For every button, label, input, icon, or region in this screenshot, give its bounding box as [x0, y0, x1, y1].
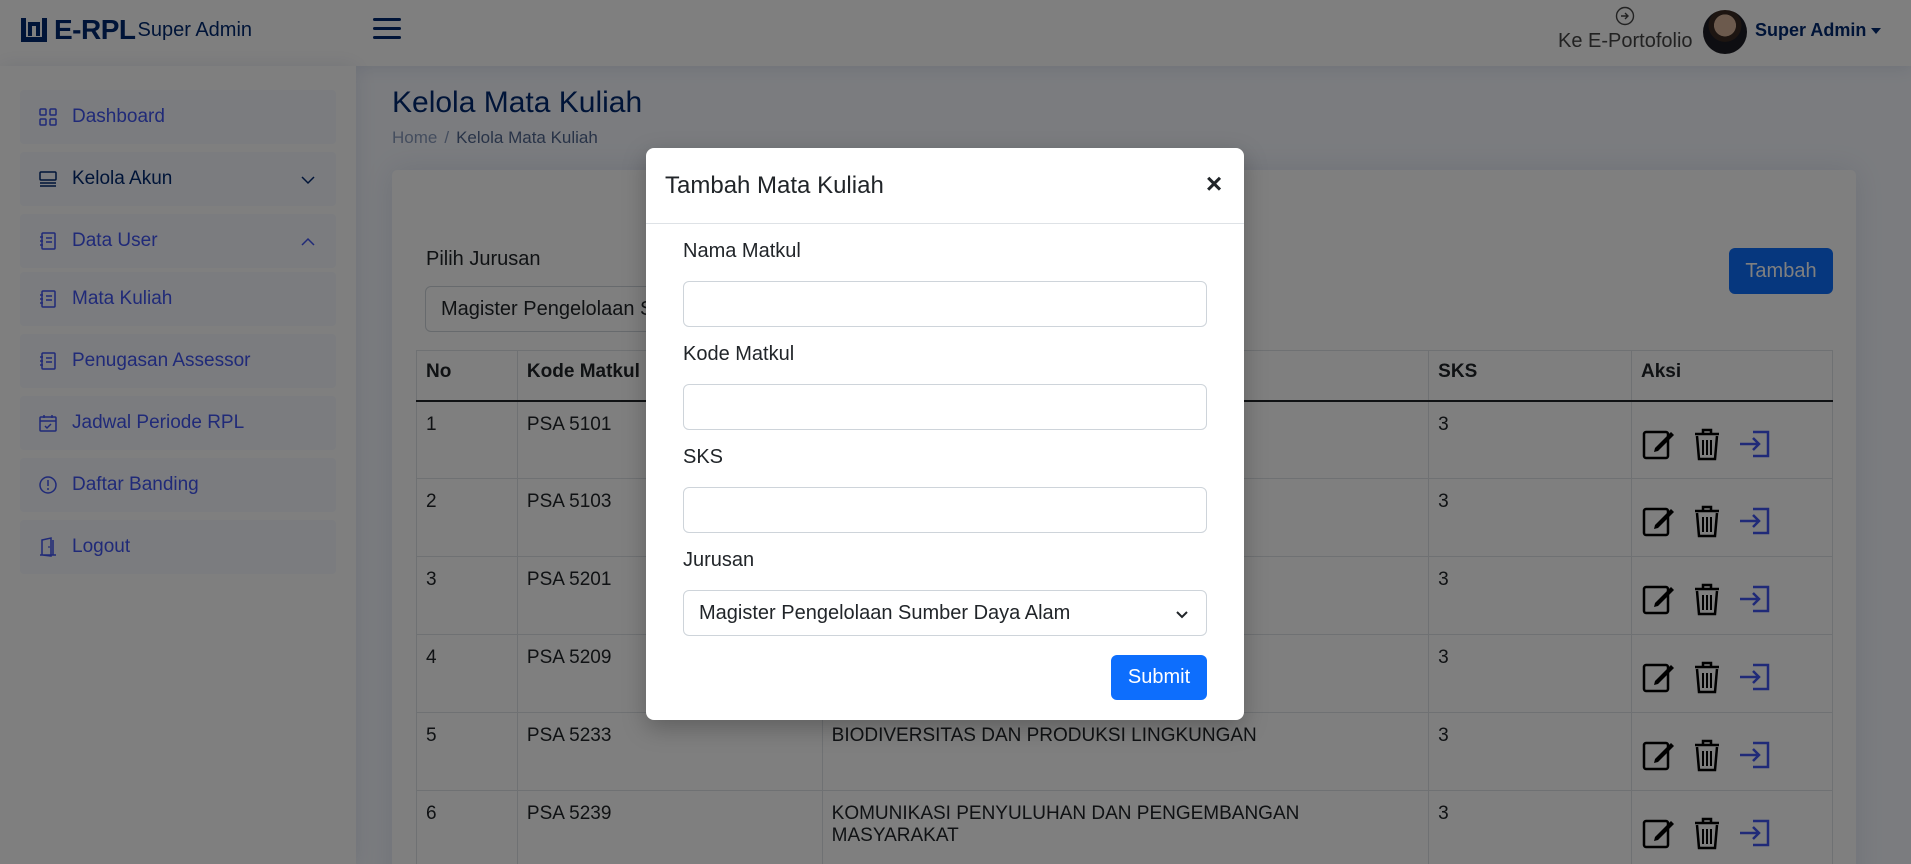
close-icon[interactable]: ×	[1202, 170, 1226, 198]
modal-title: Tambah Mata Kuliah	[665, 172, 884, 199]
chevron-down-icon	[1176, 611, 1188, 619]
modal-header: Tambah Mata Kuliah ×	[646, 148, 1244, 224]
submit-button[interactable]: Submit	[1111, 655, 1207, 700]
kode-matkul-input[interactable]	[683, 384, 1207, 430]
nama-matkul-label: Nama Matkul	[683, 240, 801, 262]
jurusan-label: Jurusan	[683, 549, 755, 571]
add-course-modal: Tambah Mata Kuliah × Nama Matkul Kode Ma…	[646, 148, 1244, 720]
nama-matkul-input[interactable]	[683, 281, 1207, 327]
sks-input[interactable]	[683, 487, 1207, 533]
jurusan-select-value: Magister Pengelolaan Sumber Daya Alam	[699, 602, 1071, 624]
kode-matkul-label: Kode Matkul	[683, 343, 795, 365]
sks-label: SKS	[683, 446, 724, 468]
jurusan-select[interactable]: Magister Pengelolaan Sumber Daya Alam	[683, 590, 1207, 636]
